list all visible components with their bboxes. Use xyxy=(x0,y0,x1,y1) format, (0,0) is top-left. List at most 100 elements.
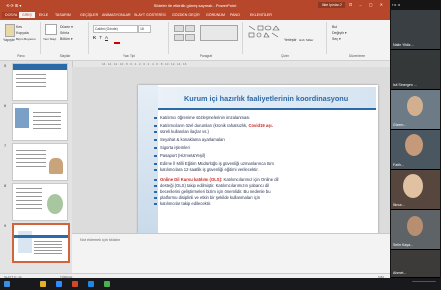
bullet-continuation[interactable]: desteği (OLS) takip edilmiştir. Katılımc… xyxy=(153,183,269,189)
bullet-continuation[interactable]: süreli kullanılan ilaçlar vs.) xyxy=(154,129,209,135)
quick-styles-button[interactable]: Hızlı Stiller xyxy=(299,38,313,42)
align-center-icon[interactable] xyxy=(185,34,195,41)
tab-board[interactable]: PANO xyxy=(230,13,240,17)
layout-button[interactable]: Düzen ▾ xyxy=(60,25,73,29)
shapes-gallery-icon[interactable] xyxy=(247,24,281,42)
slide-title[interactable]: Kurum içi hazırlık faaliyetlerinin koord… xyxy=(184,94,348,103)
participant-tile[interactable]: Ahmet... xyxy=(391,250,440,278)
participant-tile[interactable]: Nalin Yildiz... xyxy=(391,10,440,50)
bullet-item[interactable]: Katılımcıların özel durumları (kronik ra… xyxy=(154,123,273,129)
new-slide-button[interactable]: Yeni Slayt xyxy=(43,37,56,41)
italic-button[interactable]: T xyxy=(99,35,102,40)
slide-title-underline xyxy=(158,108,376,110)
slide-number: 7 xyxy=(4,143,7,148)
participant-face xyxy=(403,174,423,198)
app-icon[interactable] xyxy=(104,281,110,287)
participant-tile[interactable]: Isil Sinergen ... xyxy=(391,50,440,90)
align-left-icon[interactable] xyxy=(174,34,184,41)
participant-name: Gizem... xyxy=(393,123,407,127)
ribbon: Yapıştır Kes Kopyala Biçim Boyacısı Pano… xyxy=(0,20,390,61)
slide-thumbnail-pane: 5 6 7 8 9 xyxy=(0,61,73,273)
format-painter-button[interactable]: Biçim Boyacısı xyxy=(16,37,36,41)
participant-name: Ahmet... xyxy=(393,271,407,275)
paragraph-group: Paragraf xyxy=(170,22,243,58)
bullet-item[interactable]: Edirne İl Milli Eğitim Müdürlüğü iş güve… xyxy=(154,161,274,167)
font-group-label: Yazı Tipi xyxy=(123,54,135,58)
reset-button[interactable]: Sıfırla xyxy=(60,31,69,35)
slide-thumbnail-selected[interactable] xyxy=(12,223,70,263)
tab-design[interactable]: TASARIM xyxy=(55,13,71,17)
participant-tile[interactable]: Gizem... xyxy=(391,90,440,130)
bullet-text: platformu disiplinli ve etkin bir şekild… xyxy=(160,195,261,200)
slide-thumbnail[interactable] xyxy=(12,103,68,141)
bullets-icon[interactable] xyxy=(174,25,184,32)
bullet-item[interactable]: Katılımcı öğrenime sözleşmelerinin imzal… xyxy=(154,115,250,121)
arrange-button[interactable]: Yerleştir xyxy=(284,38,297,42)
paste-button[interactable]: Yapıştır xyxy=(3,38,15,42)
start-icon[interactable] xyxy=(4,281,10,287)
participant-face xyxy=(407,216,423,236)
participant-face xyxy=(407,96,423,116)
powerpoint-icon[interactable] xyxy=(72,281,78,287)
bullet-item[interactable]: Sigorta işlemleri xyxy=(154,145,190,151)
font-size-select[interactable]: 18 xyxy=(138,25,151,33)
tab-view[interactable]: GÖRÜNÜM xyxy=(206,13,225,17)
bullet-continuation[interactable]: platformu disiplinli ve etkin bir şekild… xyxy=(153,195,261,201)
thumbnail-header-bar xyxy=(14,235,68,238)
tab-home[interactable]: GİRİŞ xyxy=(19,12,35,18)
bullet-item[interactable]: Seyahat & konaklama ayarlamaları xyxy=(154,137,225,143)
editing-group: Bul Değiştir ▾ Seç ▾ Düzenleme xyxy=(328,22,386,58)
cut-button[interactable]: Kes xyxy=(16,25,22,29)
tab-addins[interactable]: EKLENTİLER xyxy=(250,13,272,17)
bullet-continuation[interactable]: becerilerini geliştirmeleri bizim için ö… xyxy=(154,189,271,195)
notes-placeholder[interactable]: Not eklemek için tıklatın xyxy=(80,238,120,242)
underline-button[interactable]: A xyxy=(105,35,108,40)
tab-animations[interactable]: ANİMASYONLAR xyxy=(102,13,131,17)
thumbnail-image xyxy=(47,194,63,214)
select-button[interactable]: Seç ▾ xyxy=(332,37,341,41)
bullet-continuation[interactable]: katılımcılar takip edilecektir. xyxy=(153,201,211,207)
slide-thumbnail[interactable] xyxy=(12,143,68,181)
editing-group-label: Düzenleme xyxy=(348,54,366,58)
bullet-text: Katılımcı öğrenime sözleşmelerinin imzal… xyxy=(160,115,250,120)
bullet-text: süreli kullanılan ilaçlar vs.) xyxy=(160,129,209,134)
video-call-icon[interactable] xyxy=(56,281,62,287)
thumbnail-image xyxy=(15,108,29,128)
browser-icon[interactable] xyxy=(88,281,94,287)
participant-tile[interactable]: Fatih... xyxy=(391,130,440,170)
notes-pane[interactable]: Not eklemek için tıklatın xyxy=(72,233,390,274)
text-direction-icon[interactable] xyxy=(200,25,238,41)
bullet-text: Edirne İl Milli Eğitim Müdürlüğü iş güve… xyxy=(160,161,274,166)
tab-slideshow[interactable]: SLAYT GÖSTERİSİ xyxy=(134,13,166,17)
bullet-text: Katılımcıların özel durumları (kronik ra… xyxy=(160,123,249,128)
explorer-icon[interactable] xyxy=(40,281,46,287)
panel-controls[interactable]: ▪ ▸ ◂ xyxy=(392,2,400,7)
participant-tile[interactable]: Selin Kaya... xyxy=(391,210,440,250)
bullet-continuation[interactable]: katılımcılara 12 saatlik iş güvenliği eğ… xyxy=(154,167,259,173)
font-name-select[interactable]: Calibri (Gövde) xyxy=(93,25,138,33)
tab-transitions[interactable]: GEÇİŞLER xyxy=(80,13,98,17)
window-controls[interactable]: ? ⊡ – ▢ ✕ xyxy=(340,2,386,7)
bullet-item[interactable]: Online Dil Kursu katılımı (OLS): Katılım… xyxy=(153,177,278,183)
slide[interactable]: Kurum içi hazırlık faaliyetlerinin koord… xyxy=(138,85,378,234)
copy-button[interactable]: Kopyala xyxy=(16,31,29,35)
replace-button[interactable]: Değiştir ▾ xyxy=(332,31,347,35)
system-tray[interactable] xyxy=(412,281,436,288)
bullet-item[interactable]: Pasaport (Hizmet&Yeşil) xyxy=(153,153,205,159)
tab-review[interactable]: GÖZDEN GEÇİR xyxy=(172,13,200,17)
slide-thumbnail[interactable] xyxy=(12,183,68,221)
new-slide-icon[interactable] xyxy=(45,24,57,35)
ruler-ticks: 16 · 14 · 12 · 10 · 8 · 6 · 4 · 2 · 0 · … xyxy=(102,62,187,66)
participant-face xyxy=(405,134,423,156)
section-button[interactable]: Bölüm ▾ xyxy=(60,37,73,41)
participant-tile[interactable]: İlknur... xyxy=(391,170,440,210)
tab-file[interactable]: DOSYA xyxy=(2,12,21,18)
paste-icon[interactable] xyxy=(5,24,15,37)
bullet-highlight: Covid19 aşı. xyxy=(248,123,273,128)
tab-insert[interactable]: EKLE xyxy=(39,13,48,17)
drawing-group: Yerleştir Hızlı Stiller Çizim xyxy=(244,22,327,58)
numbering-icon[interactable] xyxy=(185,25,195,32)
bold-button[interactable]: K xyxy=(93,35,96,40)
slide-thumbnail[interactable] xyxy=(12,63,68,101)
find-button[interactable]: Bul xyxy=(332,25,337,29)
